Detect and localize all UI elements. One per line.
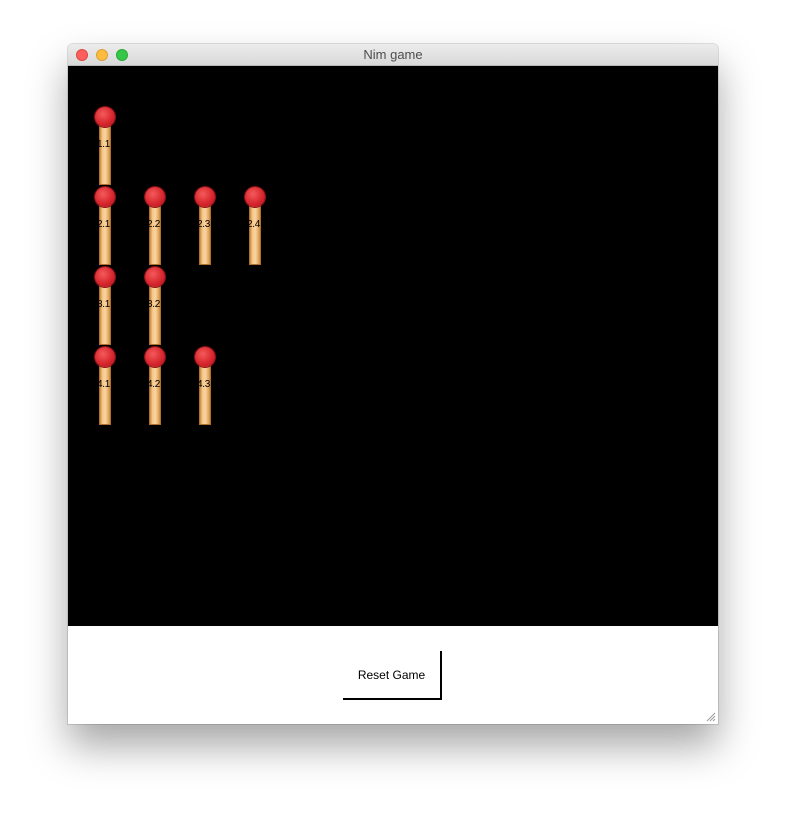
matchstick[interactable]: 3.2: [145, 267, 165, 345]
app-window: Nim game 1.1 2.1 2.2 2.3 2.4 3.1 3.2 4.1 4.2 4.3 …: [68, 44, 718, 724]
matchstick[interactable]: 2.1: [95, 187, 115, 265]
matchstick-label: 1.1: [97, 139, 111, 150]
matchstick[interactable]: 2.3: [195, 187, 215, 265]
matchstick-head: [95, 107, 115, 127]
window-title: Nim game: [363, 47, 423, 62]
matchstick[interactable]: 2.2: [145, 187, 165, 265]
matchstick-head: [195, 187, 215, 207]
matchstick-head: [145, 187, 165, 207]
matchstick-head: [95, 267, 115, 287]
matchstick-head: [95, 347, 115, 367]
matchstick-head: [195, 347, 215, 367]
matchstick-head: [95, 187, 115, 207]
title-bar[interactable]: Nim game: [68, 44, 718, 66]
matchstick[interactable]: 4.1: [95, 347, 115, 425]
matchstick-label: 3.1: [97, 299, 111, 310]
matchstick-label: 4.3: [197, 379, 211, 390]
matchstick-head: [145, 267, 165, 287]
matchstick[interactable]: 1.1: [95, 107, 115, 185]
matchstick[interactable]: 3.1: [95, 267, 115, 345]
game-board: 1.1 2.1 2.2 2.3 2.4 3.1 3.2 4.1 4.2 4.3: [68, 66, 718, 626]
reset-game-button[interactable]: Reset Game: [343, 651, 442, 700]
footer-panel: Reset Game: [68, 626, 718, 724]
matchstick-label: 4.1: [97, 379, 111, 390]
matchstick-label: 4.2: [147, 379, 161, 390]
matchstick-label: 3.2: [147, 299, 161, 310]
matchstick-label: 2.4: [247, 219, 261, 230]
resize-grip-icon[interactable]: [706, 712, 716, 722]
matchstick-label: 2.2: [147, 219, 161, 230]
matchstick-label: 2.3: [197, 219, 211, 230]
matchstick[interactable]: 4.3: [195, 347, 215, 425]
matchstick-label: 2.1: [97, 219, 111, 230]
matchstick[interactable]: 2.4: [245, 187, 265, 265]
matchstick-head: [245, 187, 265, 207]
matchstick-head: [145, 347, 165, 367]
matchstick[interactable]: 4.2: [145, 347, 165, 425]
